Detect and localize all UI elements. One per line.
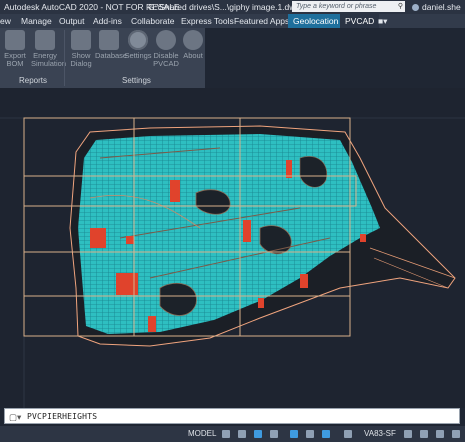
drawing-canvas[interactable] <box>0 88 465 408</box>
clearing <box>195 189 231 215</box>
about-button[interactable]: About <box>179 29 207 60</box>
clearing <box>159 282 197 316</box>
search-icon[interactable]: ⚲ <box>398 1 403 12</box>
database-icon <box>99 30 119 50</box>
video-camera-icon[interactable]: ■▾ <box>378 14 387 28</box>
title-bar: Autodesk AutoCAD 2020 - NOT FOR RESALE G… <box>0 0 465 14</box>
disable-pvcad-label: Disable PVCAD <box>153 51 179 68</box>
red-block <box>360 234 366 242</box>
reports-panel-label: Reports <box>19 76 48 85</box>
user-name: daniel.she <box>422 2 461 12</box>
red-block <box>258 298 264 308</box>
solar-site-drawing <box>0 117 465 408</box>
tab-express-tools[interactable]: Express Tools <box>181 14 234 28</box>
disable-pvcad-button[interactable]: Disable PVCAD <box>152 29 180 68</box>
search-placeholder: Type a keyword or phrase <box>296 3 377 10</box>
tab-output[interactable]: Output <box>59 14 85 28</box>
command-text: PVCPIERHEIGHTS <box>27 412 98 421</box>
show-dialog-button[interactable]: Show Dialog <box>67 29 95 68</box>
energy-grid-icon <box>35 30 55 50</box>
ribbon-tabs: ew Manage Output Add-ins Collaborate Exp… <box>0 14 465 28</box>
red-block <box>300 274 308 288</box>
polar-icon[interactable] <box>270 430 278 438</box>
export-bom-icon <box>5 30 25 50</box>
pv-array-area <box>78 134 380 334</box>
snap-icon[interactable] <box>238 430 246 438</box>
database-button[interactable]: Database <box>95 29 127 60</box>
scale-label[interactable]: VA83-SF <box>364 426 396 442</box>
mouse-cursor-icon <box>230 411 235 420</box>
location-icon[interactable] <box>344 430 352 438</box>
export-bom-button[interactable]: Export BOM <box>1 29 29 68</box>
tab-manage[interactable]: Manage <box>21 14 52 28</box>
about-label: About <box>183 51 203 60</box>
dialog-icon <box>71 30 91 50</box>
red-block <box>126 236 134 244</box>
export-bom-label: Export BOM <box>4 51 26 68</box>
settings-panel-label: Settings <box>122 76 151 85</box>
status-bar: MODEL VA83-SF <box>0 426 465 442</box>
workspace-icon[interactable] <box>322 430 330 438</box>
tab-view[interactable]: ew <box>0 14 11 28</box>
tab-add-ins[interactable]: Add-ins <box>93 14 122 28</box>
red-block <box>116 273 138 295</box>
tab-pvcad[interactable]: PVCAD <box>340 14 380 28</box>
file-path: G:\Shared drives\S...\giphy image.1.dwg <box>148 2 301 12</box>
gear-icon <box>128 30 148 50</box>
fullscreen-icon[interactable] <box>436 430 444 438</box>
grid-icon[interactable] <box>222 430 230 438</box>
ribbon-panel: Export BOM Energy Simulation Reports Sho… <box>0 28 205 89</box>
red-block <box>170 180 180 202</box>
customize-icon[interactable] <box>420 430 428 438</box>
osnap-icon[interactable] <box>290 430 298 438</box>
model-toggle[interactable]: MODEL <box>188 426 216 442</box>
ortho-icon[interactable] <box>254 430 262 438</box>
settings-icon[interactable] <box>404 430 412 438</box>
tab-featured-apps[interactable]: Featured Apps <box>234 14 289 28</box>
power-icon <box>156 30 176 50</box>
show-dialog-label: Show Dialog <box>70 51 92 68</box>
question-icon <box>183 30 203 50</box>
user-icon <box>412 4 419 11</box>
energy-simulation-label: Energy Simulation <box>31 51 67 68</box>
settings-button[interactable]: Settings <box>124 29 152 60</box>
tab-geolocation[interactable]: Geolocation <box>288 14 344 28</box>
database-label: Database <box>95 51 128 60</box>
red-block <box>286 160 292 178</box>
red-block <box>148 316 156 332</box>
annotation-icon[interactable] <box>306 430 314 438</box>
terminal-icon[interactable]: ▢▾ <box>9 409 21 425</box>
red-block <box>90 228 106 248</box>
settings-label: Settings <box>124 51 152 60</box>
red-block <box>243 220 251 242</box>
panel-divider <box>64 30 65 86</box>
tab-collaborate[interactable]: Collaborate <box>131 14 174 28</box>
energy-simulation-button[interactable]: Energy Simulation <box>31 29 66 68</box>
user-account[interactable]: daniel.she <box>412 0 461 14</box>
search-input[interactable]: Type a keyword or phrase ⚲ <box>292 1 405 12</box>
menu-icon[interactable] <box>452 430 460 438</box>
